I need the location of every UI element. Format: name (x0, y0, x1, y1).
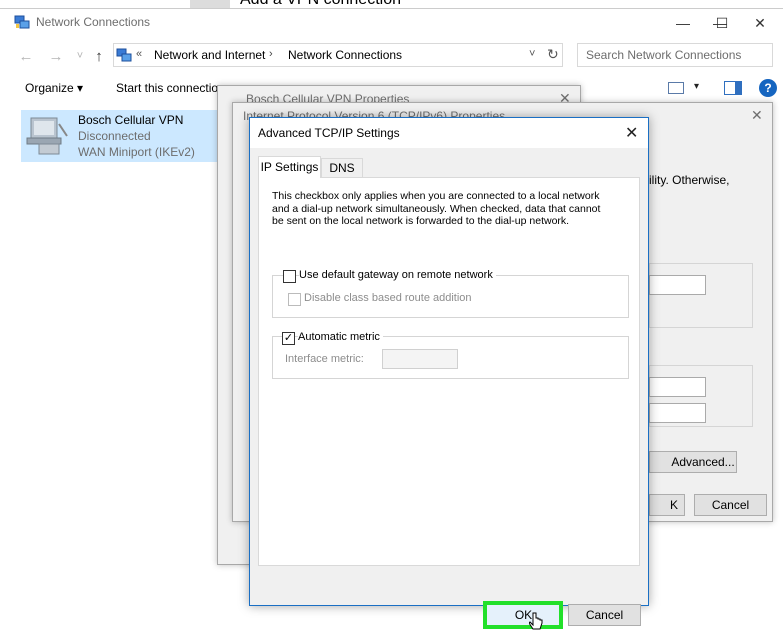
ipv6-properties-close-icon[interactable]: ✕ (751, 107, 763, 124)
connection-name: Bosch Cellular VPN (78, 113, 184, 127)
automatic-metric-label[interactable]: Automatic metric (298, 331, 383, 343)
forward-button[interactable]: → (46, 46, 66, 66)
ip-settings-panel: This checkbox only applies when you are … (258, 177, 640, 566)
breadcrumb-network-connections[interactable]: Network Connections (288, 48, 402, 62)
advanced-button[interactable]: Advanced... (649, 451, 737, 473)
breadcrumb-network-and-internet[interactable]: Network and Internet (154, 48, 265, 62)
change-view-icon[interactable] (668, 82, 684, 94)
advanced-dialog-title: Advanced TCP/IP Settings (258, 126, 400, 140)
help-icon[interactable]: ? (759, 79, 777, 97)
up-button[interactable]: ↑ (89, 46, 109, 66)
address-overflow[interactable]: « (136, 48, 142, 60)
ipv6-ok-button[interactable]: K (649, 494, 685, 516)
preview-pane-icon[interactable] (724, 81, 742, 95)
ipv6-cancel-button[interactable]: Cancel (694, 494, 767, 516)
advanced-tcpip-dialog: Advanced TCP/IP Settings ✕ IP Settings D… (249, 117, 649, 630)
back-button[interactable]: ← (16, 46, 36, 66)
recent-locations-button[interactable]: ˅ (70, 46, 90, 66)
ipv6-address-group (649, 263, 753, 328)
search-placeholder: Search Network Connections (586, 48, 742, 62)
address-dropdown-icon[interactable]: ˅ (529, 48, 535, 60)
interface-metric-field (382, 349, 458, 369)
mouse-cursor-icon (529, 612, 543, 630)
disable-class-route-checkbox (288, 293, 301, 306)
network-connections-icon (14, 15, 30, 29)
use-default-gateway-checkbox[interactable] (283, 270, 296, 283)
ipv6-alternate-dns-field[interactable] (649, 403, 706, 423)
cancel-button[interactable]: Cancel (568, 604, 641, 626)
refresh-icon[interactable]: ↻ (547, 46, 559, 63)
ipv6-address-field[interactable] (649, 275, 706, 295)
connection-status: Disconnected (78, 129, 151, 143)
ipv6-preferred-dns-field[interactable] (649, 377, 706, 397)
ipv6-description-text: ility. Otherwise, (649, 173, 730, 187)
start-connection-button[interactable]: Start this connectio (116, 81, 218, 95)
disable-class-route-label: Disable class based route addition (304, 292, 472, 304)
search-input[interactable]: Search Network Connections (577, 43, 773, 67)
address-bar[interactable]: « Network and Internet › Network Connect… (113, 43, 563, 67)
connection-item-bosch-vpn[interactable]: Bosch Cellular VPN Disconnected WAN Mini… (21, 110, 221, 162)
title-bar: Network Connections — — ☐ ✕ (0, 9, 783, 37)
network-folder-icon (116, 48, 132, 62)
connection-device: WAN Miniport (IKEv2) (78, 145, 195, 159)
use-default-gateway-label[interactable]: Use default gateway on remote network (299, 269, 496, 281)
organize-button[interactable]: Organize ▾ (25, 81, 83, 95)
advanced-dialog-close-icon[interactable]: ✕ (625, 123, 638, 143)
vpn-connection-icon (26, 117, 68, 155)
tab-dns[interactable]: DNS (321, 158, 363, 178)
background-window-edge (190, 0, 230, 8)
ok-button[interactable]: OK (486, 604, 561, 626)
close-icon[interactable]: ✕ (737, 9, 783, 37)
window-title: Network Connections (36, 15, 151, 29)
tab-ip-settings[interactable]: IP Settings (258, 156, 321, 178)
advanced-dialog-body: IP Settings DNS This checkbox only appli… (250, 148, 648, 630)
breadcrumb-separator[interactable]: › (269, 48, 273, 60)
interface-metric-label: Interface metric: (285, 353, 364, 365)
info-text: This checkbox only applies when you are … (272, 190, 601, 227)
view-dropdown-icon[interactable]: ▾ (694, 81, 699, 92)
automatic-metric-checkbox[interactable]: ✓ (282, 332, 295, 345)
